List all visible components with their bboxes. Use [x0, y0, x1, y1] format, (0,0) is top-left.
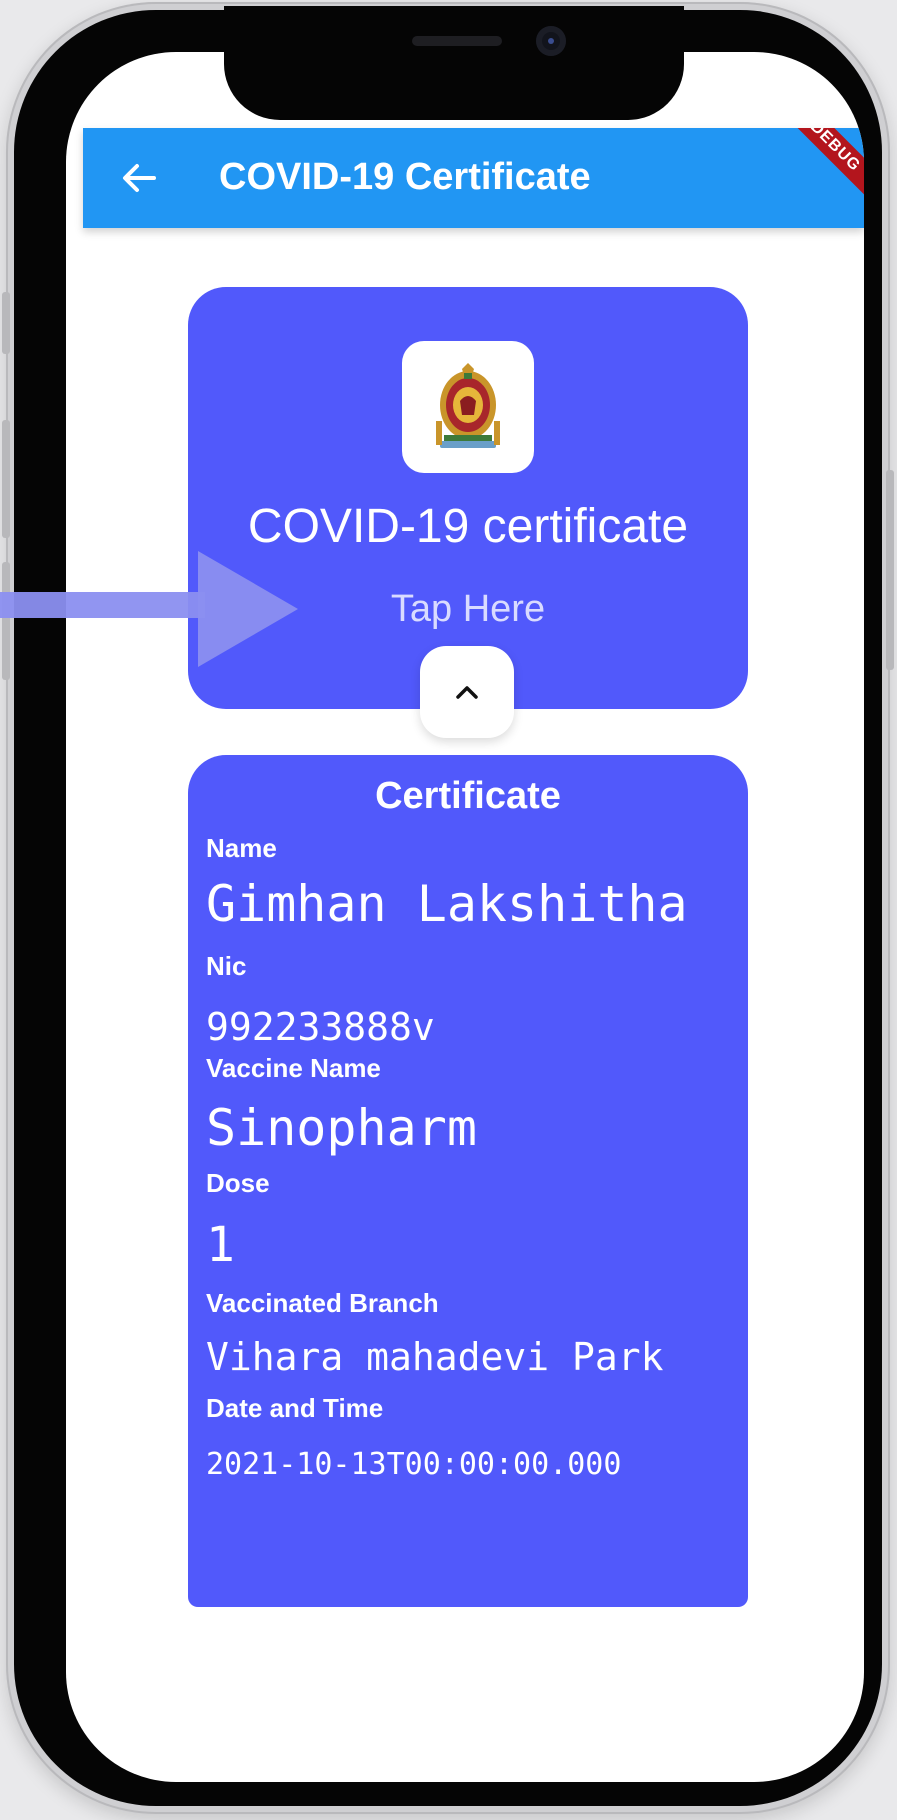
- phone-screen: COVID-19 Certificate DEBUG COVID-19 cert…: [66, 52, 864, 1782]
- arrow-back-icon: [123, 164, 156, 192]
- vaccine-name-label: Vaccine Name: [206, 1053, 381, 1083]
- nic-label: Nic: [206, 951, 247, 981]
- power-button: [886, 470, 894, 670]
- certificate-heading: Certificate: [375, 775, 561, 817]
- earpiece-speaker: [412, 36, 502, 46]
- debug-banner: DEBUG: [772, 128, 864, 210]
- nic-value: 992233888v: [206, 1005, 435, 1049]
- arrow-right-pointer-icon: [0, 551, 298, 667]
- vaccinated-branch-value: Vihara mahadevi Park: [206, 1335, 664, 1379]
- certificate-card-title: COVID-19 certificate: [247, 500, 689, 553]
- dose-value: 1: [206, 1217, 235, 1273]
- date-time-label: Date and Time: [206, 1393, 384, 1423]
- emblem-container: [402, 341, 534, 473]
- sri-lanka-emblem-icon: [436, 363, 500, 448]
- dose-label: Dose: [206, 1168, 270, 1198]
- chevron-up-icon: [456, 686, 478, 699]
- phone-bezel: COVID-19 Certificate DEBUG COVID-19 cert…: [14, 6, 882, 1806]
- vaccine-name-value: Sinopharm: [206, 1099, 477, 1157]
- page-title: COVID-19 Certificate: [219, 156, 591, 198]
- name-value: Gimhan Lakshitha: [206, 875, 688, 933]
- certificate-details-card: Certificate Name Gimhan Lakshitha Nic 99…: [188, 755, 748, 1607]
- volume-up-button: [2, 420, 10, 538]
- front-camera: [536, 26, 566, 56]
- phone-notch: [224, 6, 684, 120]
- app-bar: COVID-19 Certificate DEBUG: [83, 128, 864, 228]
- name-label: Name: [206, 833, 277, 863]
- mute-switch: [2, 292, 10, 354]
- back-button[interactable]: [113, 152, 165, 204]
- vaccinated-branch-label: Vaccinated Branch: [206, 1288, 439, 1318]
- phone-frame: COVID-19 Certificate DEBUG COVID-19 cert…: [2, 2, 894, 1814]
- expand-toggle-button[interactable]: [420, 646, 514, 738]
- date-time-value: 2021-10-13T00:00:00.000: [206, 1447, 622, 1482]
